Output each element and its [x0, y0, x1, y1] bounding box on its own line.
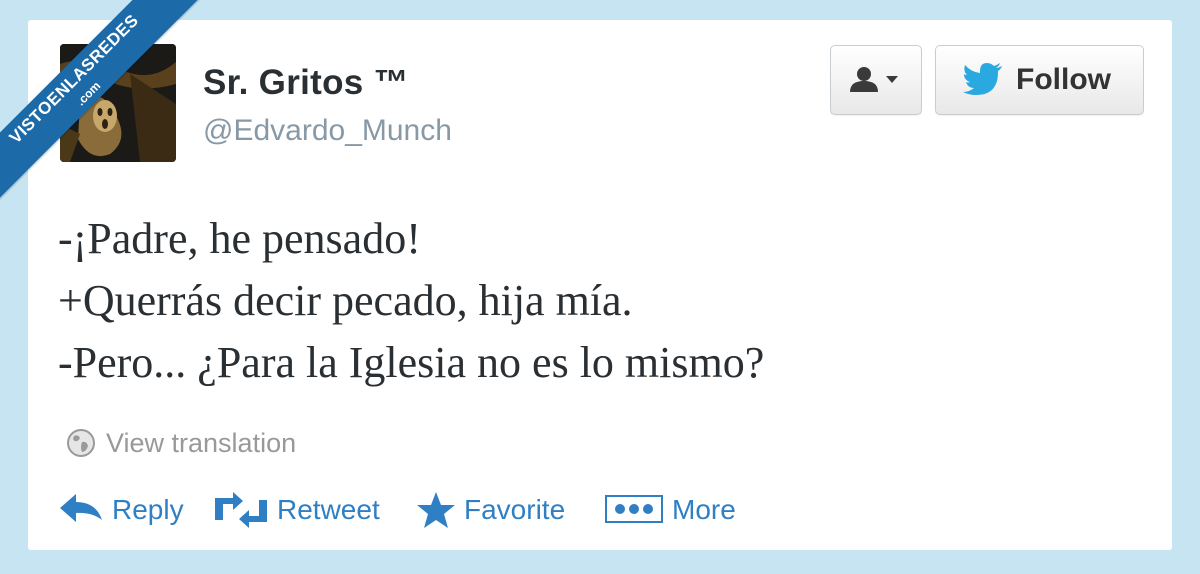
page-background: VISTOENLASREDES .com Sr. Gritos ™ @Edvar…: [0, 0, 1200, 574]
favorite-label: Favorite: [464, 494, 566, 525]
user-handle[interactable]: @Edvardo_Munch: [203, 114, 452, 148]
retweet-label: Retweet: [277, 494, 380, 525]
follow-label: Follow: [1016, 63, 1111, 96]
twitter-bird-icon: [963, 63, 1002, 95]
follow-button[interactable]: Follow: [935, 45, 1144, 115]
reply-arrow-icon: [60, 494, 102, 522]
watermark-corner: VISTOENLASREDES .com: [0, 0, 240, 240]
tweet-line: +Querrás decir pecado, hija mía.: [58, 276, 633, 325]
more-dots-icon: [605, 495, 663, 523]
favorite-button[interactable]: Favorite: [416, 490, 565, 530]
reply-button[interactable]: Reply: [58, 490, 184, 530]
star-icon: [417, 492, 455, 528]
watermark-ribbon: VISTOENLASREDES .com: [0, 0, 203, 208]
view-translation-label: View translation: [106, 428, 297, 458]
more-button[interactable]: More: [605, 490, 736, 530]
reply-label: Reply: [112, 494, 184, 525]
tweet-line: -Pero... ¿Para la Iglesia no es lo mismo…: [58, 338, 765, 387]
retweet-icon: [215, 492, 267, 528]
retweet-button[interactable]: Retweet: [213, 490, 380, 530]
more-label: More: [672, 494, 736, 525]
user-actions-dropdown-button[interactable]: [830, 45, 922, 115]
person-dropdown-icon: [850, 67, 898, 92]
globe-icon: [67, 429, 95, 457]
